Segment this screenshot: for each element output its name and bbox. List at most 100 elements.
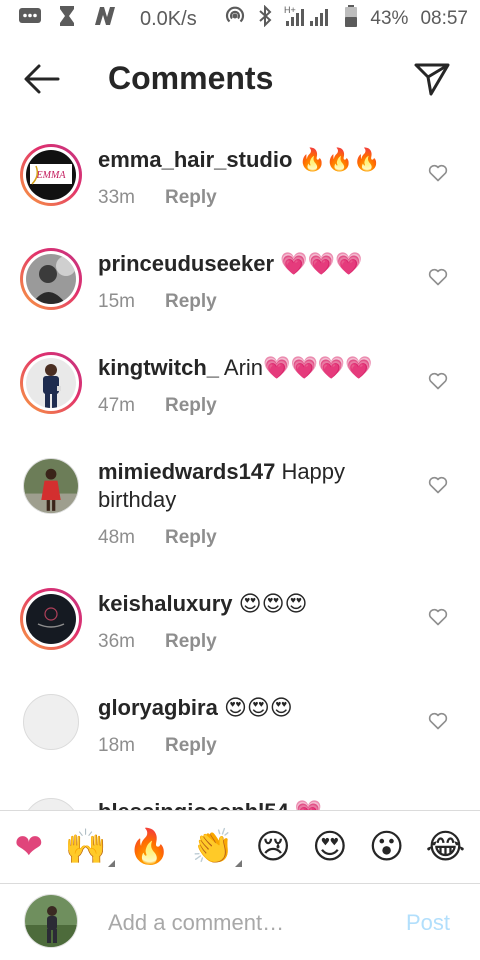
heart-outline-icon xyxy=(428,712,448,730)
signal-type: H+ xyxy=(284,5,296,15)
paper-plane-icon xyxy=(414,63,450,96)
heart-emoji[interactable]: ❤ xyxy=(15,827,44,867)
comment-username[interactable]: keishaluxury xyxy=(98,591,233,616)
comment-time: 36m xyxy=(98,631,135,652)
surprised-face-emoji[interactable]: 😮 xyxy=(369,827,404,867)
comment-time: 47m xyxy=(98,395,135,416)
comment-time: 15m xyxy=(98,291,135,312)
reply-button[interactable]: Reply xyxy=(165,524,217,552)
heart-outline-icon xyxy=(428,608,448,626)
comment-row[interactable]: blessingjosephl54 💗 xyxy=(0,782,480,810)
avatar[interactable] xyxy=(20,588,82,650)
comment-input[interactable]: Add a comment… xyxy=(108,910,284,936)
comment-row[interactable]: princeuduseeker 💗💗💗 15m Reply xyxy=(0,234,480,338)
comment-row[interactable]: keishaluxury 😍😍😍 36m Reply xyxy=(0,574,480,678)
battery-percent: 43% xyxy=(370,8,409,29)
comment-meta: 15m Reply xyxy=(98,288,408,316)
sad-face-emoji[interactable]: 😢 xyxy=(255,827,290,867)
avatar-placeholder[interactable] xyxy=(23,694,79,750)
status-bar: 0.0K/s H+ 43% 08:57 xyxy=(0,0,480,38)
comment-username[interactable]: emma_hair_studio xyxy=(98,147,292,172)
comment-text: 😍😍😍 xyxy=(223,695,293,720)
back-button[interactable] xyxy=(22,62,62,96)
fire-emoji[interactable]: 🔥 xyxy=(128,827,170,867)
comment-body: kingtwitch_ Arin💗💗💗💗 47m Reply xyxy=(98,354,408,420)
comment-time: 18m xyxy=(98,735,135,756)
comments-list[interactable]: EMMA emma_hair_studio 🔥🔥🔥 33m Reply prin… xyxy=(0,130,480,810)
avatar[interactable]: EMMA xyxy=(20,144,82,206)
comment-line: keishaluxury 😍😍😍 xyxy=(98,590,408,618)
comment-username[interactable]: mimiedwards147 xyxy=(98,459,275,484)
avatar-logo-text: EMMA xyxy=(36,170,67,181)
comment-username[interactable]: kingtwitch_ xyxy=(98,355,219,380)
hourglass-icon xyxy=(58,5,76,33)
avatar[interactable] xyxy=(23,458,79,514)
reply-button[interactable]: Reply xyxy=(165,628,217,656)
comment-row[interactable]: mimiedwards147 Happy birthday 48m Reply xyxy=(0,442,480,574)
comment-line: gloryagbira 😍😍😍 xyxy=(98,694,408,722)
comment-body: keishaluxury 😍😍😍 36m Reply xyxy=(98,590,408,656)
comment-meta: 47m Reply xyxy=(98,392,408,420)
reply-button[interactable]: Reply xyxy=(165,732,217,760)
clock: 08:57 xyxy=(420,8,468,29)
like-comment-button[interactable] xyxy=(428,372,448,390)
comment-text: Arin💗💗💗💗 xyxy=(223,355,373,380)
share-button[interactable] xyxy=(412,60,452,98)
comment-line: mimiedwards147 Happy birthday xyxy=(98,458,408,514)
hotspot-icon xyxy=(224,5,246,33)
comment-line: emma_hair_studio 🔥🔥🔥 xyxy=(98,146,408,174)
comment-line: kingtwitch_ Arin💗💗💗💗 xyxy=(98,354,408,382)
raised-hands-emoji[interactable]: 🙌 xyxy=(64,827,116,867)
comment-text: 💗 xyxy=(295,799,322,810)
comment-row[interactable]: kingtwitch_ Arin💗💗💗💗 47m Reply xyxy=(0,338,480,442)
post-button[interactable]: Post xyxy=(406,910,450,936)
message-icon xyxy=(18,6,42,32)
emoji-bar: ❤ 🙌 🔥 👏 😢 😍 😮 😂 xyxy=(0,810,480,884)
comment-time: 48m xyxy=(98,527,135,548)
comment-line: blessingjosephl54 💗 xyxy=(98,798,408,810)
battery-icon xyxy=(344,4,358,34)
comment-text: 🔥🔥🔥 xyxy=(298,147,381,172)
comment-text: 😍😍😍 xyxy=(238,591,308,616)
comment-username[interactable]: gloryagbira xyxy=(98,695,218,720)
reply-button[interactable]: Reply xyxy=(165,288,217,316)
comment-meta: 36m Reply xyxy=(98,628,408,656)
n-app-icon xyxy=(92,6,118,32)
comment-text: 💗💗💗 xyxy=(280,251,363,276)
comment-body: mimiedwards147 Happy birthday 48m Reply xyxy=(98,458,408,552)
clapping-hands-emoji[interactable]: 👏 xyxy=(192,827,243,867)
comment-body: gloryagbira 😍😍😍 18m Reply xyxy=(98,694,408,760)
comment-username[interactable]: princeuduseeker xyxy=(98,251,274,276)
network-speed: 0.0K/s xyxy=(140,7,197,30)
like-comment-button[interactable] xyxy=(428,476,448,494)
comment-body: emma_hair_studio 🔥🔥🔥 33m Reply xyxy=(98,146,408,212)
bluetooth-icon xyxy=(258,4,272,33)
comment-time: 33m xyxy=(98,187,135,208)
heart-outline-icon xyxy=(428,268,448,286)
tears-of-joy-emoji[interactable]: 😂 xyxy=(426,827,466,867)
like-comment-button[interactable] xyxy=(428,268,448,286)
comment-row[interactable]: gloryagbira 😍😍😍 18m Reply xyxy=(0,678,480,782)
header: Comments xyxy=(0,48,480,110)
comment-meta: 33m Reply xyxy=(98,184,408,212)
avatar[interactable] xyxy=(20,248,82,310)
page-title: Comments xyxy=(108,60,274,96)
comment-body: princeuduseeker 💗💗💗 15m Reply xyxy=(98,250,408,316)
heart-outline-icon xyxy=(428,476,448,494)
like-comment-button[interactable] xyxy=(428,608,448,626)
comment-meta: 48m Reply xyxy=(98,524,408,552)
comment-composer: Add a comment… Post xyxy=(0,884,480,960)
heart-eyes-emoji[interactable]: 😍 xyxy=(312,827,347,867)
comment-meta: 18m Reply xyxy=(98,732,408,760)
like-comment-button[interactable] xyxy=(428,712,448,730)
reply-button[interactable]: Reply xyxy=(165,392,217,420)
comment-row[interactable]: EMMA emma_hair_studio 🔥🔥🔥 33m Reply xyxy=(0,130,480,234)
comment-body: blessingjosephl54 💗 xyxy=(98,798,408,810)
heart-outline-icon xyxy=(428,164,448,182)
my-avatar xyxy=(24,894,78,948)
like-comment-button[interactable] xyxy=(428,164,448,182)
reply-button[interactable]: Reply xyxy=(165,184,217,212)
avatar-placeholder[interactable] xyxy=(23,798,79,810)
avatar[interactable] xyxy=(20,352,82,414)
comment-username[interactable]: blessingjosephl54 xyxy=(98,799,289,810)
